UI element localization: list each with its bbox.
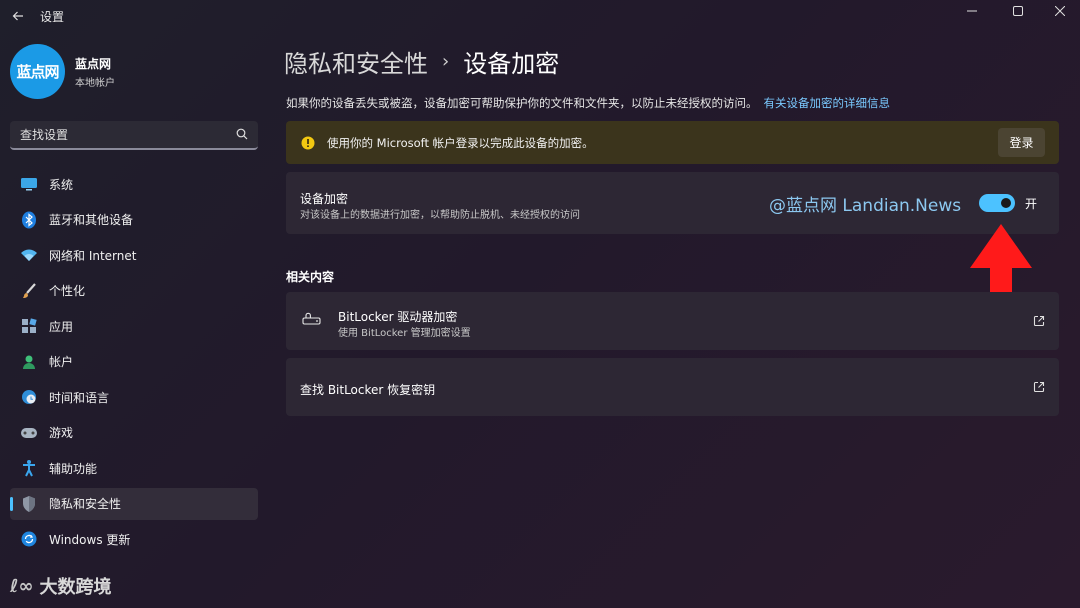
page-title: 设备加密 (463, 50, 560, 78)
external-link-icon (1033, 315, 1045, 327)
sidebar-item-accounts[interactable]: 帐户 (10, 346, 258, 378)
person-icon (18, 352, 40, 372)
breadcrumb: 隐私和安全性 › 设备加密 (284, 44, 559, 79)
sidebar-item-bluetooth[interactable]: 蓝牙和其他设备 (10, 204, 258, 236)
sidebar-item-gaming[interactable]: 游戏 (10, 417, 258, 449)
bitlocker-card[interactable]: BitLocker 驱动器加密 使用 BitLocker 管理加密设置 (286, 292, 1059, 350)
sidebar-item-label: 个性化 (49, 284, 86, 298)
site-watermark: @蓝点网 Landian.News (769, 196, 962, 216)
watermark-logo: ℓ∞ (10, 575, 34, 597)
sync-icon (18, 529, 40, 549)
sidebar-item-label: 网络和 Internet (49, 248, 137, 263)
close-icon (1055, 6, 1065, 16)
gamepad-icon (18, 423, 40, 443)
encryption-title: 设备加密 (300, 192, 349, 206)
maximize-button[interactable] (995, 0, 1041, 22)
device-encryption-card: 设备加密 对该设备上的数据进行加密，以帮助防止脱机、未经授权的访问 @蓝点网 L… (286, 172, 1059, 234)
title-bar: 设置 (0, 0, 1080, 32)
sidebar-item-system[interactable]: 系统 (10, 168, 258, 200)
sidebar-item-personalization[interactable]: 个性化 (10, 275, 258, 307)
details-link[interactable]: 有关设备加密的详细信息 (764, 96, 891, 110)
encryption-subtitle: 对该设备上的数据进行加密，以帮助防止脱机、未经授权的访问 (300, 210, 580, 221)
sidebar-item-accessibility[interactable]: 辅助功能 (10, 452, 258, 484)
search-input[interactable] (10, 121, 258, 148)
encryption-toggle[interactable] (979, 194, 1015, 212)
bottom-watermark: ℓ∞ 大数跨境 (10, 573, 111, 599)
breadcrumb-parent[interactable]: 隐私和安全性 (284, 44, 428, 79)
breadcrumb-separator: › (442, 51, 450, 72)
drive-key-icon (302, 312, 321, 325)
close-button[interactable] (1037, 0, 1080, 22)
sidebar-item-label: 隐私和安全性 (49, 497, 122, 511)
sidebar-item-label: 系统 (49, 177, 74, 192)
sidebar-item-label: 蓝牙和其他设备 (49, 213, 134, 227)
sidebar-item-label: Windows 更新 (49, 532, 131, 547)
avatar: 蓝点网 (10, 44, 65, 99)
minimize-icon (967, 10, 977, 12)
search-box[interactable] (10, 121, 258, 150)
signin-button[interactable]: 登录 (998, 128, 1045, 157)
apps-icon (18, 316, 40, 336)
monitor-icon (18, 174, 40, 194)
sidebar-item-label: 时间和语言 (49, 390, 110, 405)
sidebar-item-time-language[interactable]: 时间和语言 (10, 381, 258, 413)
app-title: 设置 (40, 10, 65, 24)
warning-icon (301, 136, 315, 149)
external-link-icon (1033, 381, 1045, 393)
banner-text: 使用你的 Microsoft 帐户登录以完成此设备的加密。 (327, 135, 594, 150)
minimize-button[interactable] (949, 0, 995, 22)
recovery-key-card[interactable]: 查找 BitLocker 恢复密钥 (286, 358, 1059, 416)
wifi-icon (18, 245, 40, 265)
bluetooth-icon (18, 210, 40, 230)
sidebar-item-privacy-security[interactable]: 隐私和安全性 (10, 487, 258, 520)
sidebar-item-network[interactable]: 网络和 Internet (10, 239, 258, 271)
profile-name: 蓝点网 (75, 56, 112, 71)
recovery-key-title: 查找 BitLocker 恢复密钥 (300, 383, 436, 397)
bitlocker-title: BitLocker 驱动器加密 (338, 310, 458, 324)
user-profile[interactable]: 蓝点网 蓝点网 本地帐户 (10, 44, 115, 99)
back-arrow-icon (12, 11, 23, 21)
shield-icon (18, 494, 40, 514)
accessibility-icon (18, 458, 40, 478)
description-text: 如果你的设备丢失或被盗，设备加密可帮助保护你的文件和文件夹，以防止未经授权的访问… (286, 96, 758, 110)
signin-warning-banner: 使用你的 Microsoft 帐户登录以完成此设备的加密。 登录 (286, 121, 1059, 164)
sidebar-item-windows-update[interactable]: Windows 更新 (10, 523, 258, 555)
sidebar-item-label: 帐户 (49, 355, 74, 369)
sidebar-item-apps[interactable]: 应用 (10, 310, 258, 342)
profile-account-type: 本地帐户 (75, 77, 115, 89)
toggle-state-label: 开 (1025, 197, 1038, 211)
bitlocker-subtitle: 使用 BitLocker 管理加密设置 (338, 328, 471, 339)
sidebar-item-label: 游戏 (49, 426, 74, 440)
sidebar-item-label: 应用 (49, 319, 74, 334)
related-content-heading: 相关内容 (286, 270, 335, 284)
sidebar-nav: 系统 蓝牙和其他设备 网络和 Internet 个性化 应用 帐户 时间和语言 … (10, 168, 258, 559)
search-icon[interactable] (236, 128, 248, 140)
toggle-knob (1001, 198, 1011, 208)
page-description: 如果你的设备丢失或被盗，设备加密可帮助保护你的文件和文件夹，以防止未经授权的访问… (286, 95, 890, 111)
brush-icon (18, 281, 40, 301)
globe-clock-icon (18, 387, 40, 407)
back-button[interactable] (8, 6, 28, 26)
maximize-icon (1013, 6, 1023, 16)
watermark-text: 大数跨境 (39, 577, 112, 598)
sidebar-item-label: 辅助功能 (49, 461, 98, 476)
